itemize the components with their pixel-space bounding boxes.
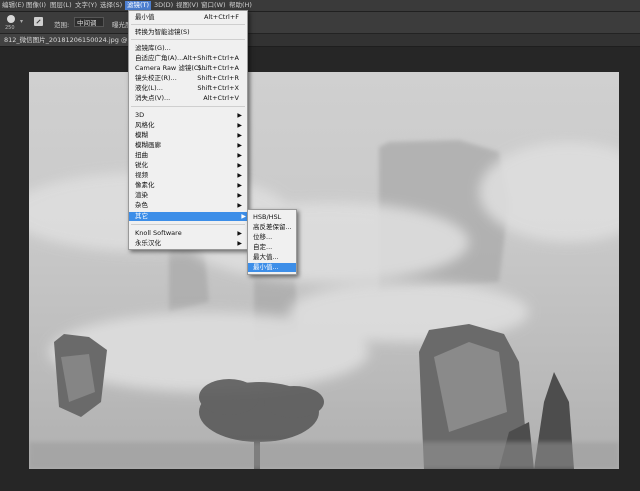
submenu-item-offset[interactable]: 位移... xyxy=(253,233,292,242)
menu-help[interactable]: 帮助(H) xyxy=(229,1,252,10)
menu-item-adaptive-wide[interactable]: 自适应广角(A)... Alt+Shift+Ctrl+A xyxy=(135,54,243,63)
submenu-item-custom[interactable]: 自定... xyxy=(253,243,292,252)
menu-edit[interactable]: 编辑(E) xyxy=(2,1,24,10)
chevron-right-icon: ▶ xyxy=(241,213,246,220)
document-image[interactable] xyxy=(29,72,619,469)
chevron-right-icon: ▶ xyxy=(237,122,242,129)
other-submenu: HSB/HSL 高反差保留... 位移... 自定... 最大值... 最小值.… xyxy=(247,209,297,275)
menu-item-vanishing-point[interactable]: 消失点(V)... Alt+Ctrl+V xyxy=(135,94,243,103)
chevron-down-icon[interactable]: ▾ xyxy=(20,18,23,25)
menu-item-3d[interactable]: 3D ▶ xyxy=(135,111,243,120)
menu-view[interactable]: 视图(V) xyxy=(176,1,199,10)
menu-image[interactable]: 图像(I) xyxy=(26,1,46,10)
submenu-item-high-pass[interactable]: 高反差保留... xyxy=(253,223,292,232)
chevron-right-icon: ▶ xyxy=(237,202,242,209)
menu-item-lens-correction[interactable]: 镜头校正(R)... Shift+Ctrl+R xyxy=(135,74,243,83)
chevron-right-icon: ▶ xyxy=(237,240,242,247)
options-bar: 250 ▾ 范围: 中间调 曝光度: xyxy=(0,12,640,34)
mountain-fog-photo xyxy=(29,140,619,469)
filter-menu: 最小值 Alt+Ctrl+F 转换为智能滤镜(S) 滤镜库(G)... 自适应广角… xyxy=(128,10,248,250)
menu-filter[interactable]: 滤镜(T) xyxy=(125,1,152,10)
menu-bar: 编辑(E) 图像(I) 图层(L) 文字(Y) 选择(S) 滤镜(T) 3D(D… xyxy=(0,0,640,12)
brush-size: 250 xyxy=(5,25,15,31)
menu-item-distort[interactable]: 扭曲 ▶ xyxy=(135,151,243,160)
chevron-right-icon: ▶ xyxy=(237,192,242,199)
submenu-item-minimum[interactable]: 最小值... xyxy=(248,263,296,272)
range-select[interactable]: 中间调 xyxy=(74,17,104,27)
menu-separator xyxy=(131,39,245,40)
menu-separator xyxy=(131,106,245,107)
chevron-right-icon: ▶ xyxy=(237,162,242,169)
menu-item-stylize[interactable]: 风格化 ▶ xyxy=(135,121,243,130)
menu-select[interactable]: 选择(S) xyxy=(100,1,122,10)
menu-item-blur-gallery[interactable]: 模糊画廊 ▶ xyxy=(135,141,243,150)
menu-item-sharpen[interactable]: 锐化 ▶ xyxy=(135,161,243,170)
range-label: 范围: xyxy=(54,21,70,29)
chevron-right-icon: ▶ xyxy=(237,152,242,159)
menu-item-liquify[interactable]: 液化(L)... Shift+Ctrl+X xyxy=(135,84,243,93)
menu-item-yongle[interactable]: 永乐汉化 ▶ xyxy=(135,239,243,248)
menu-item-render[interactable]: 渲染 ▶ xyxy=(135,191,243,200)
menu-separator xyxy=(131,24,245,25)
brush-settings-icon[interactable] xyxy=(34,17,43,26)
menu-item-camera-raw[interactable]: Camera Raw 滤镜(C)... Shift+Ctrl+A xyxy=(135,64,243,73)
menu-separator xyxy=(131,224,245,225)
chevron-right-icon: ▶ xyxy=(237,112,242,119)
menu-item-knoll[interactable]: Knoll Software ▶ xyxy=(135,229,243,238)
chevron-right-icon: ▶ xyxy=(237,132,242,139)
chevron-right-icon: ▶ xyxy=(237,172,242,179)
submenu-item-maximum[interactable]: 最大值... xyxy=(253,253,292,262)
menu-item-other[interactable]: 其它 ▶ xyxy=(129,212,247,221)
brush-preset-icon[interactable] xyxy=(7,15,15,23)
menu-3d[interactable]: 3D(D) xyxy=(154,1,173,10)
menu-item-noise[interactable]: 杂色 ▶ xyxy=(135,201,243,210)
chevron-right-icon: ▶ xyxy=(237,142,242,149)
menu-item-blur[interactable]: 模糊 ▶ xyxy=(135,131,243,140)
menu-window[interactable]: 窗口(W) xyxy=(201,1,226,10)
menu-item-convert-smart[interactable]: 转换为智能滤镜(S) xyxy=(135,28,243,37)
menu-item-pixelate[interactable]: 像素化 ▶ xyxy=(135,181,243,190)
menu-item-last-filter[interactable]: 最小值 Alt+Ctrl+F xyxy=(135,13,243,22)
menu-type[interactable]: 文字(Y) xyxy=(75,1,97,10)
chevron-right-icon: ▶ xyxy=(237,230,242,237)
chevron-right-icon: ▶ xyxy=(237,182,242,189)
menu-item-filter-gallery[interactable]: 滤镜库(G)... xyxy=(135,44,243,53)
submenu-item-hsb[interactable]: HSB/HSL xyxy=(253,213,292,222)
document-tab-bar: 812_微信图片_20181206150024.jpg @ 21.2% (灰 xyxy=(0,34,640,47)
menu-item-video[interactable]: 视频 ▶ xyxy=(135,171,243,180)
menu-layer[interactable]: 图层(L) xyxy=(50,1,72,10)
